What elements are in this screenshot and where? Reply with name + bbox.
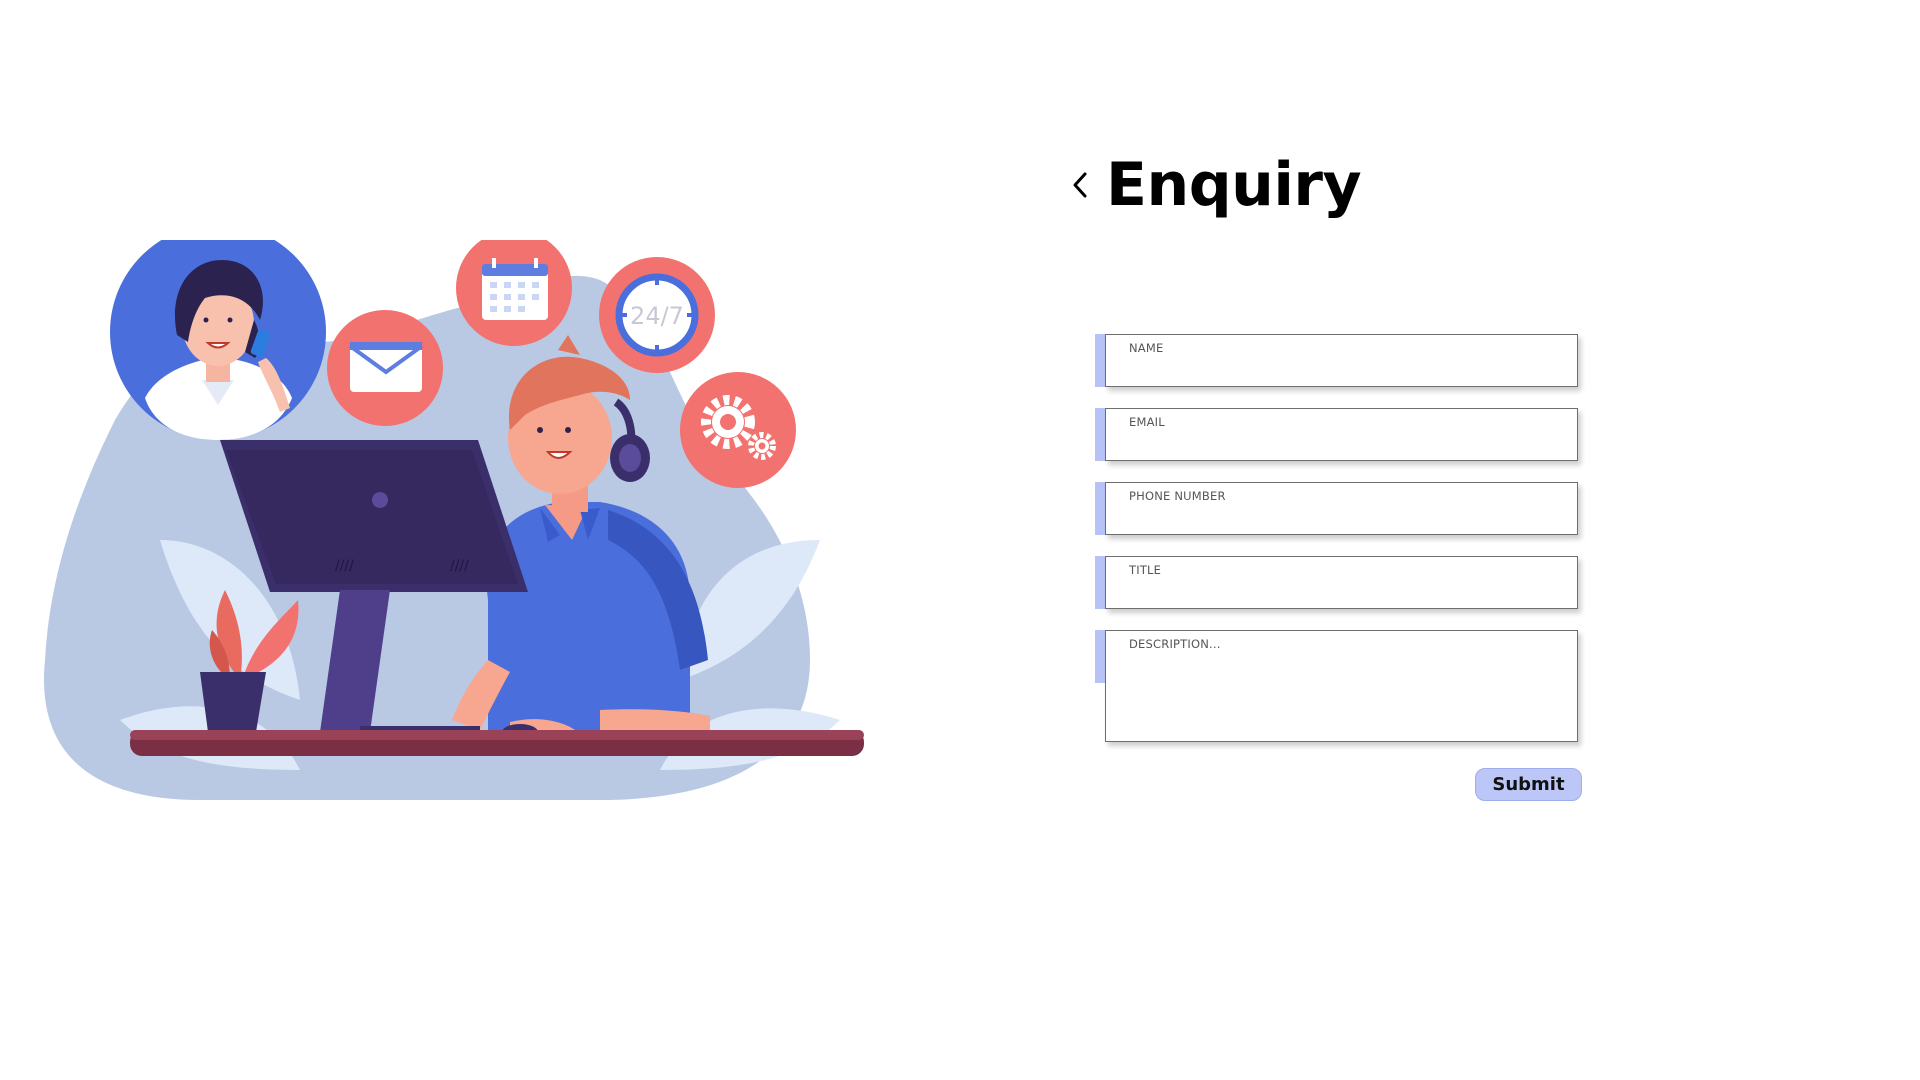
page-title: Enquiry — [1106, 150, 1362, 220]
gear-icon — [680, 372, 796, 488]
email-field: EMAIL — [1095, 408, 1578, 461]
name-input[interactable] — [1129, 358, 1567, 380]
phone-input[interactable] — [1129, 506, 1567, 528]
svg-text:////: //// — [450, 558, 469, 574]
email-label: EMAIL — [1129, 415, 1165, 429]
name-box[interactable]: NAME — [1105, 334, 1578, 387]
phone-field: PHONE NUMBER — [1095, 482, 1578, 535]
svg-text:////: //// — [335, 558, 354, 574]
clock-label: 24/7 — [630, 302, 684, 330]
envelope-icon — [327, 310, 443, 426]
chevron-left-icon — [1073, 172, 1087, 198]
name-field: NAME — [1095, 334, 1578, 387]
description-box[interactable]: DESCRIPTION... — [1105, 630, 1578, 742]
description-field: DESCRIPTION... — [1095, 630, 1578, 742]
name-label: NAME — [1129, 341, 1164, 355]
submit-button[interactable]: Submit — [1475, 768, 1582, 801]
description-textarea[interactable] — [1129, 657, 1567, 735]
customer-support-illustration: 24/7 //// //// — [43, 240, 864, 800]
back-button[interactable] — [1060, 162, 1100, 208]
title-box[interactable]: TITLE — [1105, 556, 1578, 609]
email-box[interactable]: EMAIL — [1105, 408, 1578, 461]
title-label: TITLE — [1129, 563, 1162, 577]
title-field: TITLE — [1095, 556, 1578, 609]
title-input[interactable] — [1129, 580, 1567, 602]
phone-label: PHONE NUMBER — [1129, 489, 1226, 503]
email-input[interactable] — [1129, 432, 1567, 454]
clock-icon: 24/7 — [599, 257, 715, 373]
description-placeholder: DESCRIPTION... — [1129, 637, 1221, 651]
phone-box[interactable]: PHONE NUMBER — [1105, 482, 1578, 535]
